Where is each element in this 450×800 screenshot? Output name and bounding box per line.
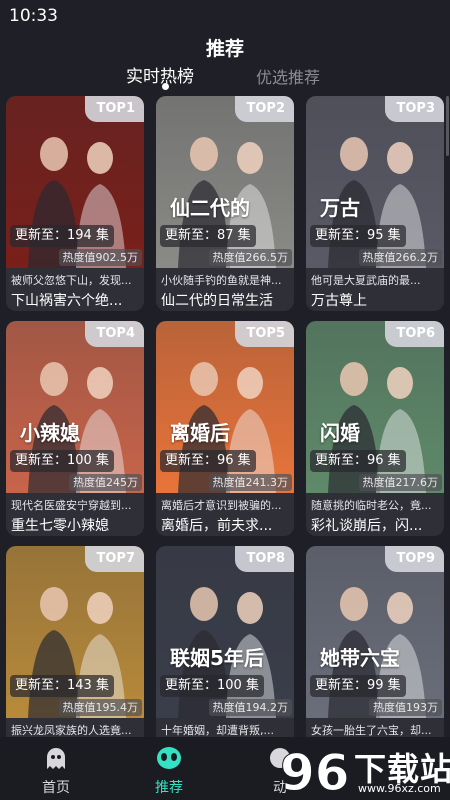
poster-title-art: 仙二代的 <box>170 196 250 220</box>
drama-card[interactable]: 仙二代的 TOP2 更新至：87 集热度值266.5万小伙随手钓的鱼就是神... 仙二… <box>156 96 294 311</box>
drama-description: 十年婚姻，却遭背叛,... <box>161 724 274 737</box>
drama-card[interactable]: 联姻5年后 TOP8 更新至：100 集热度值194.2万十年婚姻，却遭背叛,... <box>156 546 294 737</box>
rank-badge: TOP2 <box>234 96 294 122</box>
heat-value-label: 热度值241.3万 <box>208 474 292 491</box>
drama-card[interactable]: 闪婚 TOP6 更新至：96 集热度值217.6万随意挑的临时老公，竟... 彩礼谈崩… <box>306 321 444 536</box>
rank-badge: TOP9 <box>384 546 444 572</box>
drama-title: 仙二代的日常生活 <box>161 293 273 309</box>
page-title: 推荐 <box>205 38 244 60</box>
heat-value-label: 热度值266.2万 <box>358 249 442 266</box>
nav-dynamic-label: 动 <box>273 780 287 796</box>
drama-title: 重生七零小辣媳 <box>11 518 109 534</box>
drama-card[interactable]: 万古 TOP3 更新至：95 集热度值266.2万他可是大夏武庙的最... 万古尊上 <box>306 96 444 311</box>
drama-card[interactable]: TOP1 更新至：194 集热度值902.5万被师父忽悠下山，发现... 下山祸害六… <box>6 96 144 311</box>
drama-grid: TOP1 更新至：194 集热度值902.5万被师父忽悠下山，发现... 下山祸害六… <box>0 92 450 737</box>
rank-badge: TOP6 <box>384 321 444 347</box>
drama-title: 彩礼谈崩后，闪... <box>311 518 423 534</box>
episode-update-label: 更新至：100 集 <box>10 450 114 472</box>
nav-dynamic[interactable]: 动 <box>245 745 315 797</box>
episode-update-label: 更新至：96 集 <box>160 450 256 472</box>
drama-title: 离婚后，前夫求... <box>161 518 273 534</box>
dynamic-icon <box>270 748 290 768</box>
rank-badge: TOP8 <box>234 546 294 572</box>
poster-title-art: 闪婚 <box>320 421 360 445</box>
episode-update-label: 更新至：194 集 <box>10 225 114 247</box>
tab-curated[interactable]: 优选推荐 <box>256 64 320 88</box>
heat-value-label: 热度值217.6万 <box>358 474 442 491</box>
episode-update-label: 更新至：87 集 <box>160 225 256 247</box>
rank-badge: TOP4 <box>84 321 144 347</box>
tab-indicator <box>162 83 169 90</box>
nav-home[interactable]: 首页 <box>21 745 91 797</box>
status-bar: 10:33 <box>0 0 450 30</box>
nav-recommend[interactable]: 推荐 <box>134 745 204 797</box>
drama-card[interactable]: 小辣媳 TOP4 更新至：100 集热度值245万现代名医盛安宁穿越到... 重生七零… <box>6 321 144 536</box>
drama-description: 女孩一胎生了六宝，却... <box>311 724 432 737</box>
heat-value-label: 热度值266.5万 <box>208 249 292 266</box>
ghost-icon <box>47 748 65 769</box>
drama-description: 他可是大夏武庙的最... <box>311 274 421 287</box>
drama-description: 离婚后才意识到被骗的... <box>161 499 282 512</box>
bottom-nav: 首页 推荐 动 <box>0 737 450 800</box>
drama-card[interactable]: 离婚后 TOP5 更新至：96 集热度值241.3万离婚后才意识到被骗的... 离婚后… <box>156 321 294 536</box>
poster-title-art: 小辣媳 <box>20 421 80 445</box>
rank-badge: TOP3 <box>384 96 444 122</box>
drama-title: 下山祸害六个绝... <box>11 293 123 309</box>
poster-title-art: 离婚后 <box>170 421 230 445</box>
tab-bar: 实时热榜 优选推荐 <box>0 62 450 90</box>
poster-title-art: 她带六宝 <box>320 646 400 670</box>
heat-value-label: 热度值194.2万 <box>208 699 292 716</box>
drama-card[interactable]: 她带六宝 TOP9 更新至：99 集热度值193万女孩一胎生了六宝，却... <box>306 546 444 737</box>
heat-value-label: 热度值902.5万 <box>58 249 142 266</box>
alien-icon <box>157 747 181 769</box>
nav-recommend-label: 推荐 <box>155 780 183 796</box>
heat-value-label: 热度值193万 <box>369 699 442 716</box>
rank-badge: TOP5 <box>234 321 294 347</box>
drama-title: 万古尊上 <box>311 293 367 309</box>
rank-badge: TOP7 <box>84 546 144 572</box>
drama-description: 被师父忽悠下山，发现... <box>11 274 132 287</box>
nav-home-label: 首页 <box>42 780 70 796</box>
episode-update-label: 更新至：143 集 <box>10 675 114 697</box>
scrollbar[interactable] <box>446 96 449 156</box>
drama-description: 现代名医盛安宁穿越到... <box>11 499 132 512</box>
drama-description: 振兴龙凤家族的人选竟... <box>11 724 132 737</box>
episode-update-label: 更新至：95 集 <box>310 225 406 247</box>
drama-description: 小伙随手钓的鱼就是神... <box>161 274 282 287</box>
episode-update-label: 更新至：99 集 <box>310 675 406 697</box>
tab-realtime-hot[interactable]: 实时热榜 <box>126 62 194 87</box>
status-time: 10:33 <box>9 6 58 26</box>
heat-value-label: 热度值195.4万 <box>58 699 142 716</box>
heat-value-label: 热度值245万 <box>69 474 142 491</box>
rank-badge: TOP1 <box>84 96 144 122</box>
episode-update-label: 更新至：96 集 <box>310 450 406 472</box>
poster-title-art: 联姻5年后 <box>170 646 264 670</box>
drama-card[interactable]: TOP7 更新至：143 集热度值195.4万振兴龙凤家族的人选竟... <box>6 546 144 737</box>
episode-update-label: 更新至：100 集 <box>160 675 264 697</box>
poster-title-art: 万古 <box>320 196 360 220</box>
drama-description: 随意挑的临时老公，竟... <box>311 499 432 512</box>
